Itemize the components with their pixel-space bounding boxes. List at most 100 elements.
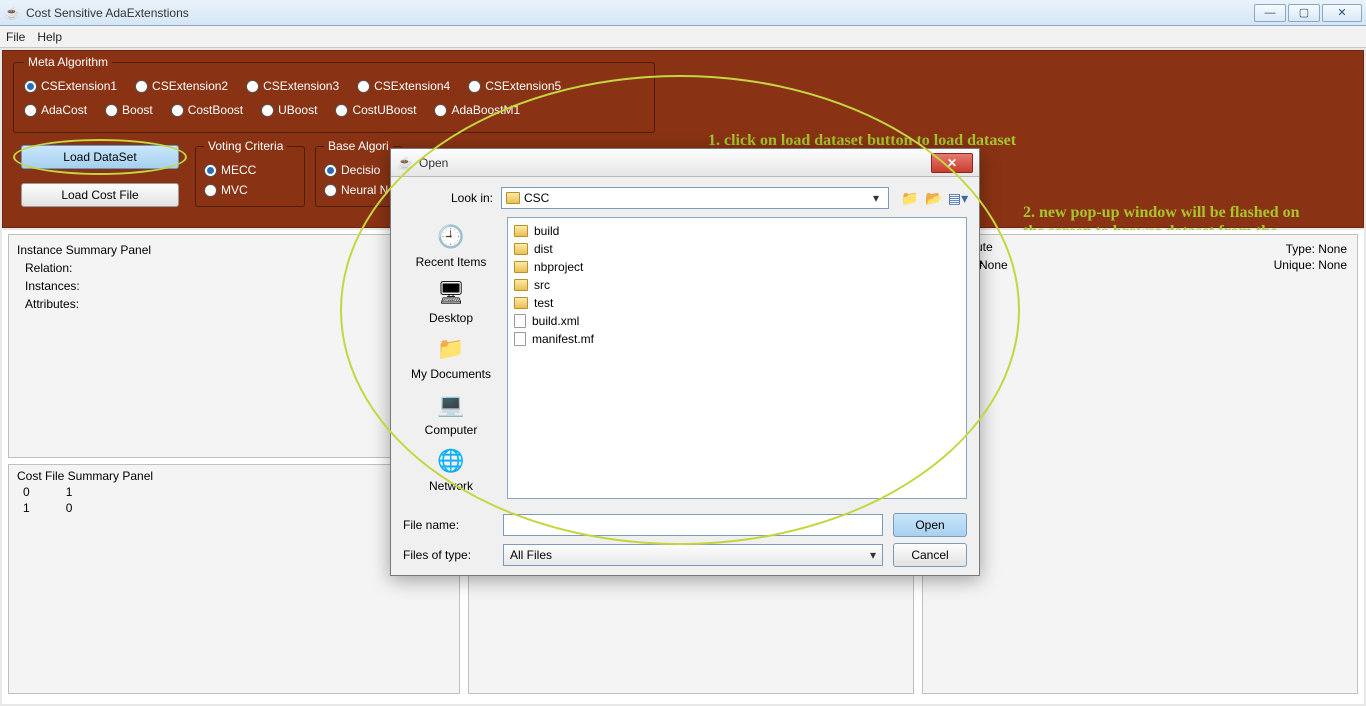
instance-title: Instance Summary Panel: [17, 243, 451, 257]
load-dataset-button[interactable]: Load DataSet: [21, 145, 179, 169]
radio-label: MECC: [221, 163, 256, 177]
radio-icon: [171, 104, 184, 117]
radio-costuboost[interactable]: CostUBoost: [335, 103, 416, 117]
folder-icon: [514, 225, 528, 237]
radio-icon: [246, 80, 259, 93]
menubar: File Help: [0, 26, 1366, 48]
file-item[interactable]: build.xml: [514, 312, 960, 330]
dialog-close-button[interactable]: ✕: [931, 153, 973, 173]
radio-icon: [468, 80, 481, 93]
file-list[interactable]: build dist nbproject src test build.xml manife…: [507, 217, 967, 499]
up-folder-icon[interactable]: 📁: [901, 189, 919, 207]
radio-neural n[interactable]: Neural N: [324, 183, 394, 197]
radio-costboost[interactable]: CostBoost: [171, 103, 243, 117]
menu-file[interactable]: File: [6, 30, 25, 44]
filetype-value: All Files: [510, 548, 552, 562]
radio-icon: [204, 184, 217, 197]
file-name: nbproject: [534, 260, 583, 274]
radio-icon: [324, 184, 337, 197]
radio-icon: [357, 80, 370, 93]
new-folder-icon[interactable]: 📂: [925, 189, 943, 207]
radio-icon: [24, 80, 37, 93]
instance-attributes: Attributes:: [25, 297, 451, 311]
radio-label: CSExtension2: [152, 79, 228, 93]
window-title: Cost Sensitive AdaExtenstions: [26, 6, 1254, 20]
filetype-combobox[interactable]: All Files ▾: [503, 544, 883, 566]
file-item[interactable]: manifest.mf: [514, 330, 960, 348]
file-item[interactable]: dist: [514, 240, 960, 258]
radio-adaboostm1[interactable]: AdaBoostM1: [434, 103, 520, 117]
folder-icon: [514, 279, 528, 291]
radio-mvc[interactable]: MVC: [204, 183, 296, 197]
radio-uboost[interactable]: UBoost: [261, 103, 317, 117]
view-menu-icon[interactable]: ▤▾: [949, 189, 967, 207]
radio-label: CSExtension3: [263, 79, 339, 93]
radio-label: UBoost: [278, 103, 317, 117]
place-network[interactable]: 🌐Network: [429, 445, 473, 493]
file-name: test: [534, 296, 553, 310]
minimize-button[interactable]: —: [1254, 4, 1286, 22]
lookin-value: CSC: [524, 191, 549, 205]
radio-label: CSExtension5: [485, 79, 561, 93]
cancel-button[interactable]: Cancel: [893, 543, 967, 567]
unique-label: Unique: None: [1274, 258, 1347, 272]
load-costfile-button[interactable]: Load Cost File: [21, 183, 179, 207]
place-computer[interactable]: 💻Computer: [425, 389, 478, 437]
file-item[interactable]: test: [514, 294, 960, 312]
radio-label: Neural N: [341, 183, 388, 197]
radio-csextension3[interactable]: CSExtension3: [246, 79, 339, 93]
radio-icon: [434, 104, 447, 117]
file-item[interactable]: build: [514, 222, 960, 240]
place-label: My Documents: [411, 367, 491, 381]
cost-row: 01: [23, 485, 451, 499]
place-icon: 📁: [433, 333, 469, 365]
place-my-documents[interactable]: 📁 My Documents: [411, 333, 491, 381]
radio-csextension4[interactable]: CSExtension4: [357, 79, 450, 93]
file-item[interactable]: nbproject: [514, 258, 960, 276]
dialog-titlebar: ☕ Open ✕: [391, 149, 979, 177]
folder-icon: [514, 261, 528, 273]
close-button[interactable]: ✕: [1322, 4, 1362, 22]
file-name: manifest.mf: [532, 332, 594, 346]
base-legend: Base Algori: [324, 139, 393, 153]
file-item[interactable]: src: [514, 276, 960, 294]
radio-icon: [261, 104, 274, 117]
radio-label: AdaBoostM1: [451, 103, 520, 117]
file-name: src: [534, 278, 550, 292]
cost-row: 10: [23, 501, 451, 515]
radio-icon: [324, 164, 337, 177]
radio-csextension5[interactable]: CSExtension5: [468, 79, 561, 93]
filename-input[interactable]: [503, 514, 883, 536]
chevron-down-icon: ▾: [870, 548, 876, 562]
instance-relation: Relation:: [25, 261, 451, 275]
place-label: Recent Items: [416, 255, 487, 269]
radio-boost[interactable]: Boost: [105, 103, 153, 117]
radio-icon: [24, 104, 37, 117]
java-icon: ☕: [397, 155, 413, 171]
voting-criteria-group: Voting Criteria MECCMVC: [195, 139, 305, 207]
radio-mecc[interactable]: MECC: [204, 163, 296, 177]
place-icon: 🌐: [433, 445, 469, 477]
radio-csextension2[interactable]: CSExtension2: [135, 79, 228, 93]
menu-help[interactable]: Help: [37, 30, 62, 44]
radio-csextension1[interactable]: CSExtension1: [24, 79, 117, 93]
radio-decisio[interactable]: Decisio: [324, 163, 394, 177]
file-icon: [514, 332, 526, 346]
java-icon: ☕: [4, 5, 20, 21]
place-desktop[interactable]: 🖥Desktop: [429, 277, 473, 325]
file-icon: [514, 314, 526, 328]
radio-label: CostUBoost: [352, 103, 416, 117]
open-button[interactable]: Open: [893, 513, 967, 537]
radio-icon: [335, 104, 348, 117]
place-recent-items[interactable]: 🕘Recent Items: [416, 221, 487, 269]
place-label: Computer: [425, 423, 478, 437]
radio-adacost[interactable]: AdaCost: [24, 103, 87, 117]
cost-title: Cost File Summary Panel: [17, 469, 451, 483]
place-label: Desktop: [429, 311, 473, 325]
lookin-combobox[interactable]: CSC ▾: [501, 187, 889, 209]
type-label: Type: None: [933, 241, 1347, 258]
window-titlebar: ☕ Cost Sensitive AdaExtenstions — ▢ ✕: [0, 0, 1366, 26]
maximize-button[interactable]: ▢: [1288, 4, 1320, 22]
radio-icon: [105, 104, 118, 117]
file-name: dist: [534, 242, 553, 256]
